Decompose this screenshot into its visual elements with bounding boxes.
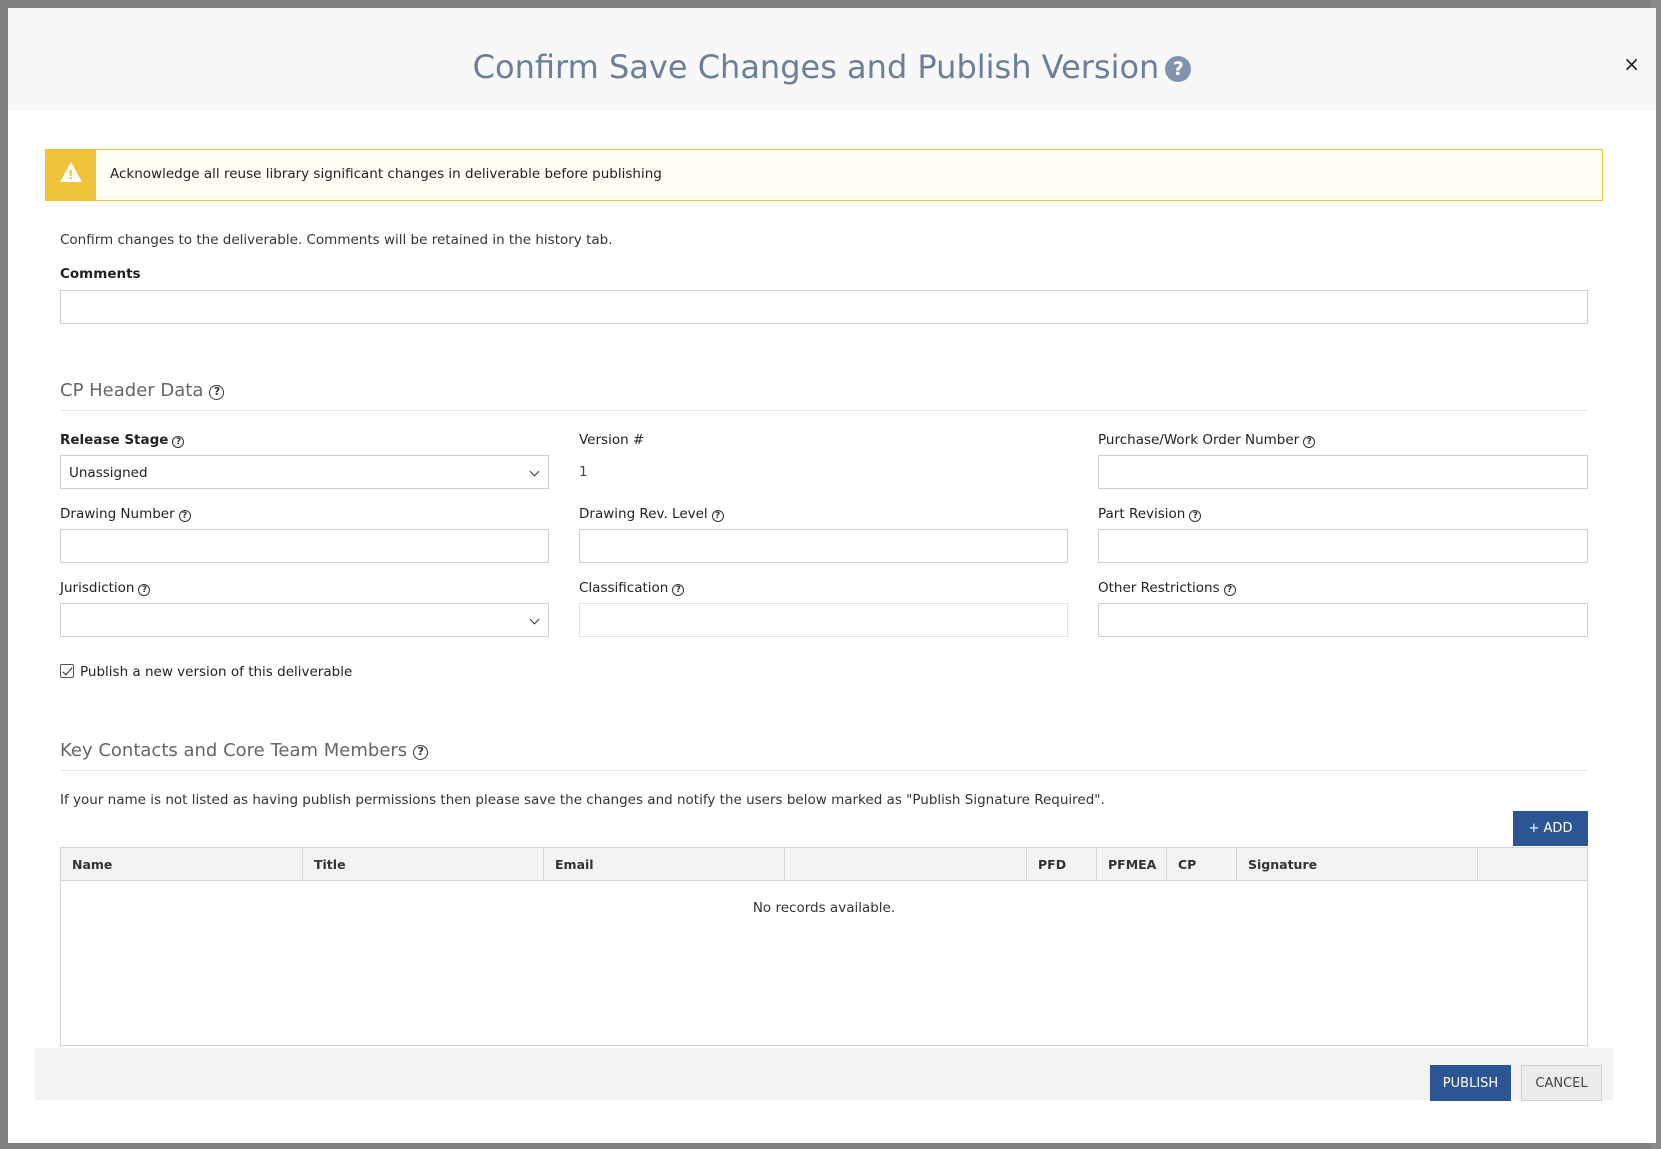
column-header-pfmea[interactable]: PFMEA: [1097, 848, 1167, 880]
modal-footer: [35, 1048, 1613, 1100]
column-header-blank[interactable]: [785, 848, 1027, 880]
part-revision-input[interactable]: [1098, 529, 1588, 563]
add-contact-button[interactable]: + ADD: [1513, 811, 1588, 846]
purchase-order-label: Purchase/Work Order Number?: [1098, 432, 1316, 448]
column-header-email[interactable]: Email: [544, 848, 785, 880]
publish-button[interactable]: PUBLISH: [1430, 1065, 1511, 1101]
drawing-rev-input[interactable]: [579, 529, 1068, 563]
publish-checkbox[interactable]: [60, 664, 74, 678]
exclamation-icon: !: [68, 168, 74, 182]
part-revision-label: Part Revision?: [1098, 506, 1202, 522]
modal-header: Confirm Save Changes and Publish Version…: [8, 8, 1656, 111]
jurisdiction-select[interactable]: [60, 603, 549, 637]
chevron-down-icon: [529, 614, 540, 625]
help-icon[interactable]: ?: [209, 385, 225, 400]
cancel-button[interactable]: CANCEL: [1521, 1065, 1602, 1101]
column-header-actions: [1478, 848, 1587, 880]
warning-alert: ! Acknowledge all reuse library signific…: [45, 149, 1603, 201]
modal-title: Confirm Save Changes and Publish Version…: [8, 48, 1656, 86]
column-header-cp[interactable]: CP: [1167, 848, 1237, 880]
jurisdiction-label: Jurisdiction?: [60, 580, 151, 596]
column-header-pfd[interactable]: PFD: [1027, 848, 1097, 880]
version-value: 1: [579, 464, 588, 480]
drawing-rev-label: Drawing Rev. Level?: [579, 506, 724, 522]
grid-empty-message: No records available.: [752, 900, 896, 916]
help-icon[interactable]: ?: [1303, 436, 1316, 448]
help-icon[interactable]: ?: [172, 436, 185, 448]
alert-text: Acknowledge all reuse library significan…: [110, 166, 662, 182]
column-header-signature[interactable]: Signature: [1237, 848, 1478, 880]
classification-label: Classification?: [579, 580, 685, 596]
classification-input[interactable]: [579, 603, 1068, 637]
release-stage-select[interactable]: Unassigned: [60, 455, 549, 489]
help-icon[interactable]: ?: [1189, 510, 1202, 522]
comments-input[interactable]: [60, 290, 1588, 324]
contacts-grid: Name Title Email PFD PFMEA CP Signature …: [60, 847, 1588, 1046]
help-icon[interactable]: ?: [1223, 584, 1236, 596]
help-icon[interactable]: ?: [413, 745, 429, 760]
purchase-order-input[interactable]: [1098, 455, 1588, 489]
grid-header: Name Title Email PFD PFMEA CP Signature: [61, 848, 1587, 881]
section-divider: [60, 770, 1588, 771]
chevron-down-icon: [529, 466, 540, 477]
comments-label: Comments: [60, 266, 141, 282]
help-icon[interactable]: ?: [178, 510, 191, 522]
column-header-name[interactable]: Name: [61, 848, 303, 880]
drawing-number-label: Drawing Number?: [60, 506, 191, 522]
help-icon[interactable]: ?: [1165, 56, 1192, 82]
other-restrictions-input[interactable]: [1098, 603, 1588, 637]
release-stage-label: Release Stage?: [60, 432, 185, 448]
column-header-title[interactable]: Title: [303, 848, 544, 880]
publish-checkbox-row[interactable]: Publish a new version of this deliverabl…: [60, 664, 352, 680]
help-icon[interactable]: ?: [138, 584, 151, 596]
contacts-section-title: Key Contacts and Core Team Members?: [60, 740, 429, 761]
other-restrictions-label: Other Restrictions?: [1098, 580, 1236, 596]
cp-header-section-title: CP Header Data?: [60, 380, 225, 401]
drawing-number-input[interactable]: [60, 529, 549, 563]
help-icon[interactable]: ?: [711, 510, 724, 522]
version-label: Version #: [579, 432, 645, 448]
close-button[interactable]: ×: [1623, 52, 1640, 76]
alert-icon-box: !: [46, 150, 96, 200]
contacts-note: If your name is not listed as having pub…: [60, 792, 1105, 808]
section-divider: [60, 410, 1588, 411]
help-icon[interactable]: ?: [672, 584, 685, 596]
intro-text: Confirm changes to the deliverable. Comm…: [60, 232, 613, 248]
